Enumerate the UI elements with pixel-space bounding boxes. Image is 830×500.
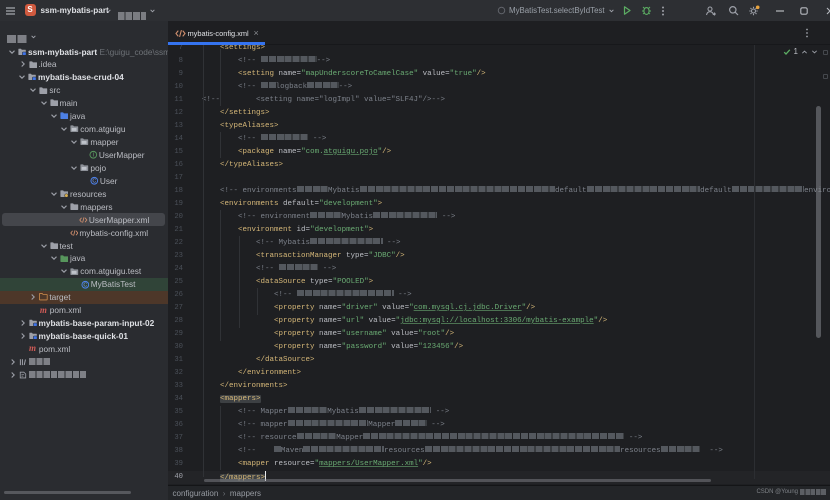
svg-text:C: C: [83, 282, 87, 288]
svg-text:C: C: [92, 179, 96, 185]
svg-text:I: I: [93, 153, 94, 159]
